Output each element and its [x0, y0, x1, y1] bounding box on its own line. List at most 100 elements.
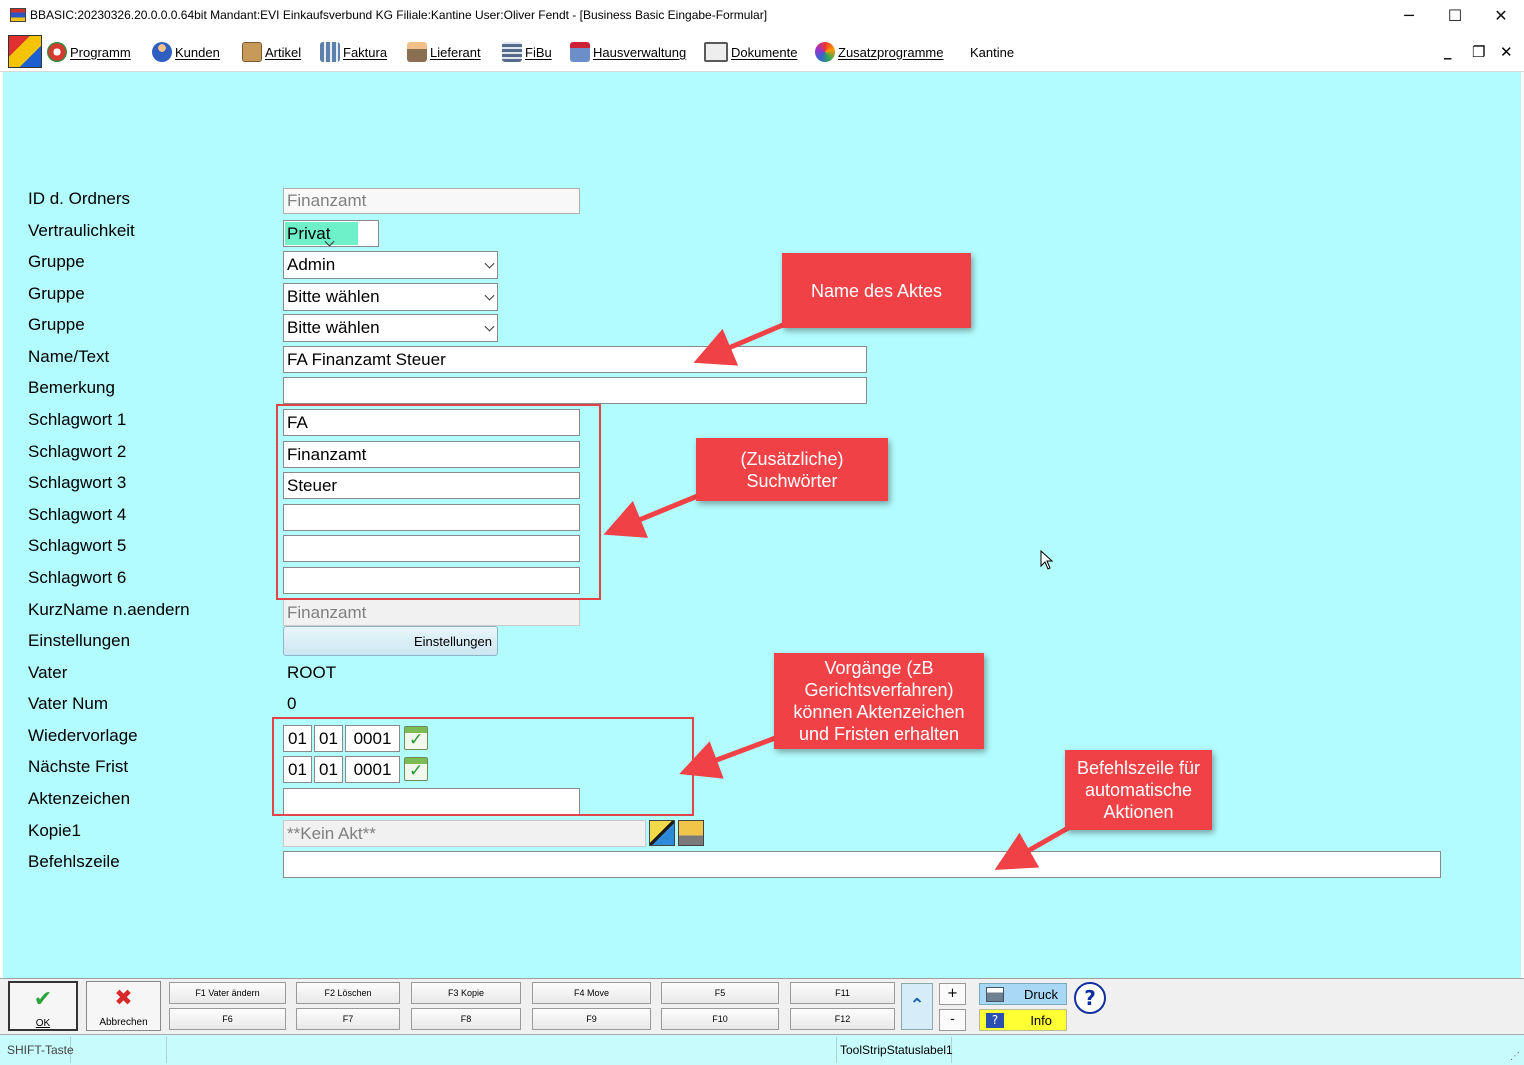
label-vater-num: Vater Num: [28, 694, 108, 713]
label-kurzname: KurzName n.aendern: [28, 600, 190, 619]
fibu-icon: [502, 42, 522, 62]
mdi-restore-button[interactable]: ❐: [1472, 43, 1485, 61]
status-label-1: ToolStripStatuslabel1: [837, 1037, 953, 1063]
info-label: Info: [1030, 1012, 1052, 1028]
app-logo-icon[interactable]: [8, 35, 42, 68]
cross-icon: ✖: [114, 986, 133, 1011]
help-icon[interactable]: ?: [1074, 982, 1106, 1014]
kunden-icon: [152, 42, 172, 62]
status-cell-3: [168, 1037, 837, 1063]
title-bar: BBASIC:20230326.20.0.0.0.64bit Mandant:E…: [0, 0, 1524, 32]
chevron-down-icon: [484, 258, 495, 269]
mdi-close-button[interactable]: ✕: [1500, 43, 1513, 61]
bemerkung-input[interactable]: [283, 377, 867, 404]
ok-button[interactable]: ✔ OK: [8, 981, 78, 1031]
checkmark-icon: ✔: [33, 987, 53, 1012]
callout-vorgaenge: Vorgänge (zB Gerichtsverfahren) können A…: [774, 653, 984, 749]
maximize-button[interactable]: ☐: [1432, 0, 1478, 32]
plus-button[interactable]: +: [939, 983, 966, 1005]
abbrechen-label: Abbrechen: [99, 1017, 148, 1028]
vater-num-value: 0: [287, 694, 297, 713]
f6-button[interactable]: F6: [169, 1008, 286, 1030]
callout-befehlszeile: Befehlszeile für automatische Aktionen: [1065, 750, 1212, 830]
callout-text: Gerichtsverfahren): [804, 680, 954, 700]
menu-fibu[interactable]: FiBu: [502, 38, 552, 66]
minus-button[interactable]: -: [939, 1009, 966, 1031]
callout-text: Aktionen: [1103, 802, 1174, 822]
menu-kantine[interactable]: Kantine: [970, 38, 1014, 66]
label-kopie1: Kopie1: [28, 821, 81, 840]
vertraulichkeit-select[interactable]: Privat: [283, 220, 379, 247]
chevron-down-icon: [484, 321, 495, 332]
f12-button[interactable]: F12: [790, 1008, 895, 1030]
druck-button[interactable]: Druck: [979, 983, 1067, 1005]
label-naechste-frist: Nächste Frist: [28, 757, 129, 776]
f7-button[interactable]: F7: [296, 1008, 400, 1030]
gruppe-1-select[interactable]: Admin: [283, 251, 498, 279]
zusatzprogramme-icon: [815, 42, 835, 62]
kurzname-field: Finanzamt: [283, 599, 580, 626]
label-gruppe-1: Gruppe: [28, 252, 85, 271]
gruppe-3-select[interactable]: Bitte wählen: [283, 314, 498, 342]
annotation-box-schlagwoerter: [276, 404, 601, 600]
id-ordner-field[interactable]: Finanzamt: [283, 188, 580, 214]
minimize-button[interactable]: ─: [1386, 0, 1432, 32]
callout-text: automatische: [1084, 780, 1193, 800]
programm-icon: [47, 42, 67, 62]
scroll-up-double-chevron-icon[interactable]: ⌃: [901, 983, 933, 1030]
label-id-ordner: ID d. Ordners: [28, 189, 131, 208]
chevron-down-icon: [484, 290, 495, 301]
label-vater: Vater: [28, 663, 68, 682]
label-schlagwort-3: Schlagwort 3: [28, 473, 127, 492]
f3-kopie-button[interactable]: F3 Kopie: [411, 982, 521, 1004]
printer-icon: [986, 987, 1004, 1002]
menu-artikel[interactable]: Artikel: [242, 38, 301, 66]
gruppe-3-value: Bitte wählen: [287, 318, 380, 337]
label-schlagwort-1: Schlagwort 1: [28, 410, 127, 429]
label-schlagwort-4: Schlagwort 4: [28, 505, 127, 524]
folder-lock-icon[interactable]: [678, 820, 704, 846]
abbrechen-button[interactable]: ✖ Abbrechen: [86, 981, 161, 1031]
window-title: BBASIC:20230326.20.0.0.0.64bit Mandant:E…: [30, 8, 768, 22]
menu-hausverwaltung[interactable]: Hausverwaltung: [570, 38, 686, 66]
open-akt-icon[interactable]: [649, 820, 675, 846]
f8-button[interactable]: F8: [411, 1008, 521, 1030]
label-schlagwort-2: Schlagwort 2: [28, 442, 127, 461]
menu-kunden[interactable]: Kunden: [152, 38, 220, 66]
f5-button[interactable]: F5: [661, 982, 779, 1004]
status-bar: SHIFT-Taste ToolStripStatuslabel1 ⋰: [0, 1034, 1524, 1065]
label-vertraulichkeit: Vertraulichkeit: [28, 221, 135, 240]
f10-button[interactable]: F10: [661, 1008, 779, 1030]
gruppe-1-value: Admin: [287, 255, 336, 274]
resize-grip-icon[interactable]: ⋰: [1510, 1051, 1520, 1062]
f1-vater-aendern-button[interactable]: F1 Vater ändern: [169, 982, 286, 1004]
name-text-input[interactable]: FA Finanzamt Steuer: [283, 346, 867, 373]
gruppe-2-select[interactable]: Bitte wählen: [283, 283, 498, 311]
form-area: [3, 72, 1521, 978]
f4-move-button[interactable]: F4 Move: [532, 982, 651, 1004]
menu-lieferant[interactable]: Lieferant: [407, 38, 481, 66]
druck-label: Druck: [1024, 986, 1058, 1002]
info-button[interactable]: ? Info: [979, 1009, 1067, 1031]
menu-programm[interactable]: Programm: [47, 38, 131, 66]
dokumente-icon: [704, 42, 728, 62]
menu-faktura[interactable]: Faktura: [320, 38, 387, 66]
label-gruppe-2: Gruppe: [28, 284, 85, 303]
label-schlagwort-6: Schlagwort 6: [28, 568, 127, 587]
callout-suchwoerter: (Zusätzliche) Suchwörter: [696, 438, 888, 501]
menu-zusatzprogramme[interactable]: Zusatzprogramme: [815, 38, 943, 66]
mdi-minimize-button[interactable]: _: [1444, 42, 1452, 60]
app-icon: [10, 8, 26, 22]
befehlszeile-input[interactable]: [283, 851, 1441, 878]
callout-text: Vorgänge (zB: [824, 658, 934, 678]
ok-label: OK: [35, 1018, 51, 1029]
label-einstellungen: Einstellungen: [28, 631, 131, 650]
f9-button[interactable]: F9: [532, 1008, 651, 1030]
einstellungen-button[interactable]: Einstellungen: [283, 626, 498, 656]
f2-loeschen-button[interactable]: F2 Löschen: [296, 982, 400, 1004]
menu-dokumente[interactable]: Dokumente: [704, 38, 797, 66]
status-cell-2: [72, 1037, 167, 1063]
hausverwaltung-icon: [570, 42, 590, 62]
close-button[interactable]: ✕: [1478, 0, 1524, 32]
f11-button[interactable]: F11: [790, 982, 895, 1004]
